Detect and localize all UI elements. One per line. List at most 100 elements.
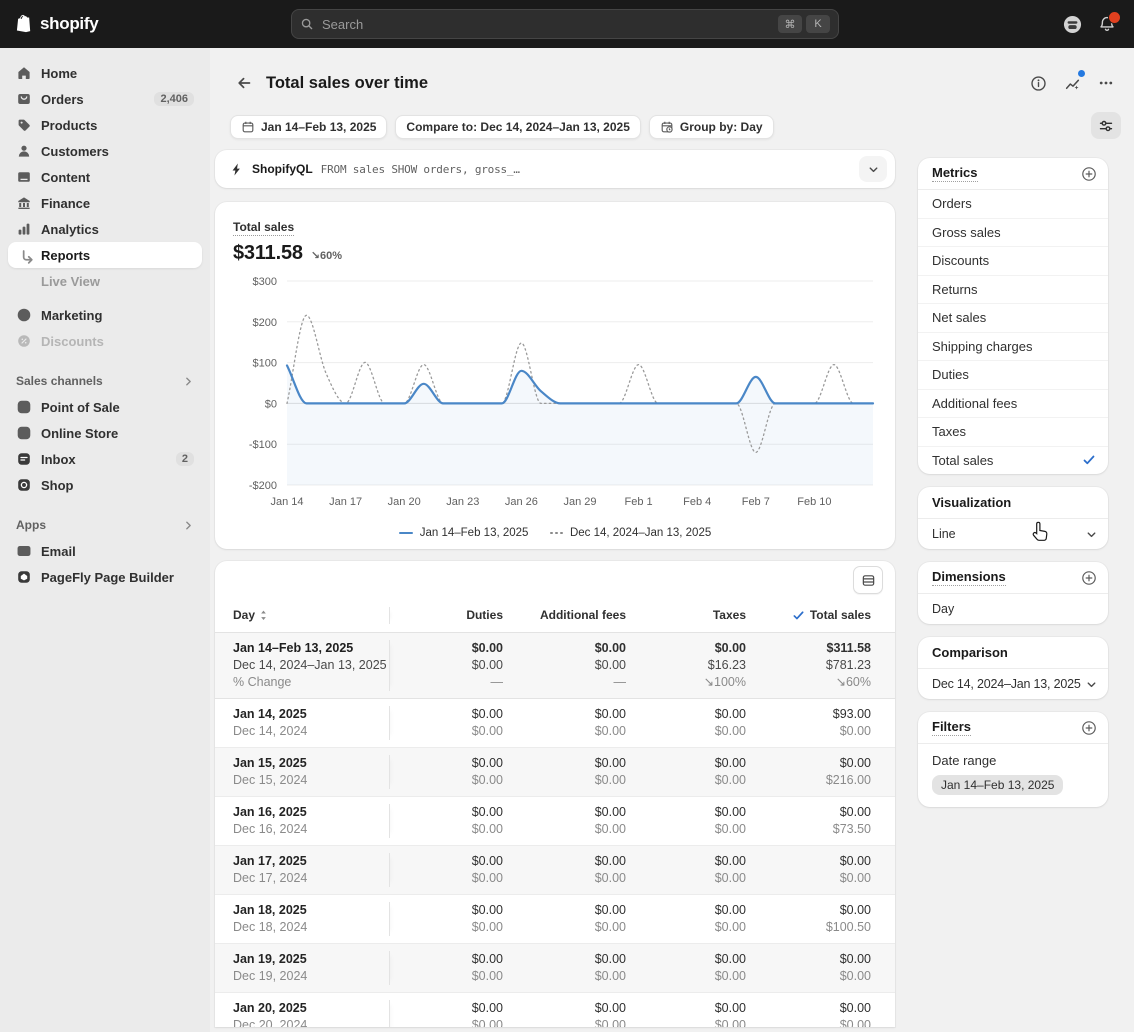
section-sales-channels[interactable]: Sales channels <box>16 374 194 388</box>
metrics-title: Metrics <box>932 165 978 182</box>
chart-metric-change: ↘60% <box>311 249 342 262</box>
lightning-icon <box>229 162 244 177</box>
table-row-jan-14-2025: Jan 14, 2025Dec 14, 2024$0.00$0.00$0.00$… <box>215 699 895 748</box>
svg-text:Feb 10: Feb 10 <box>797 496 831 508</box>
sub-arrow-icon <box>19 249 31 261</box>
visualization-select[interactable]: Line <box>918 519 1108 549</box>
date-range-chip[interactable]: Jan 14–Feb 13, 2025 <box>230 115 387 139</box>
chart-metric-label[interactable]: Total sales <box>233 220 294 236</box>
table-summary-row: Jan 14–Feb 13, 2025Dec 14, 2024–Jan 13, … <box>215 633 895 699</box>
metric-item-additional-fees[interactable]: Additional fees <box>918 389 1108 418</box>
sidebar-item-products[interactable]: Products <box>8 112 202 138</box>
column-header-duties[interactable]: Duties <box>390 607 503 624</box>
comparison-select[interactable]: Dec 14, 2024–Jan 13, 2025 <box>918 669 1108 699</box>
metric-item-duties[interactable]: Duties <box>918 360 1108 389</box>
table-row-jan-19-2025: Jan 19, 2025Dec 19, 2024$0.00$0.00$0.00$… <box>215 944 895 993</box>
filters-title: Filters <box>932 719 971 736</box>
notifications-button[interactable] <box>1098 15 1116 33</box>
metric-item-discounts[interactable]: Discounts <box>918 246 1108 275</box>
check-icon <box>792 609 805 622</box>
sidebar-item-orders[interactable]: Orders2,406 <box>8 86 202 112</box>
metric-item-net-sales[interactable]: Net sales <box>918 303 1108 332</box>
column-header-day[interactable]: Day <box>215 607 390 624</box>
search-icon <box>300 17 314 31</box>
sidebar-item-customers[interactable]: Customers <box>8 138 202 164</box>
chevron-right-icon <box>183 520 194 531</box>
column-header-taxes[interactable]: Taxes <box>626 607 746 624</box>
search-input[interactable] <box>320 16 774 33</box>
column-header-total-sales[interactable]: Total sales <box>746 607 871 624</box>
compare-to-chip[interactable]: Compare to: Dec 14, 2024–Jan 13, 2025 <box>395 115 640 139</box>
report-settings-panel: Metrics OrdersGross salesDiscountsReturn… <box>918 158 1108 820</box>
table-row-jan-16-2025: Jan 16, 2025Dec 16, 2024$0.00$0.00$0.00$… <box>215 797 895 846</box>
sidebar-item-online-store[interactable]: Online Store <box>8 420 202 446</box>
info-button[interactable] <box>1024 69 1052 97</box>
chart-legend: Jan 14–Feb 13, 2025 Dec 14, 2024–Jan 13,… <box>215 527 895 539</box>
svg-text:$300: $300 <box>253 276 277 288</box>
sidebar-item-content[interactable]: Content <box>8 164 202 190</box>
sidebar-item-point-of-sale[interactable]: Point of Sale <box>8 394 202 420</box>
pagefly-page-builder-icon <box>16 569 32 585</box>
shopify-wordmark: shopify <box>40 14 98 34</box>
shopify-bag-icon <box>14 13 34 35</box>
add-metric-button[interactable] <box>1081 166 1097 182</box>
shopifyql-bar[interactable]: ShopifyQL FROM sales SHOW orders, gross_… <box>215 150 895 188</box>
plus-circle-icon <box>1081 166 1097 182</box>
svg-text:Jan 26: Jan 26 <box>505 496 538 508</box>
content-icon <box>16 169 32 185</box>
sidebar-item-analytics[interactable]: Analytics <box>8 216 202 242</box>
date-range-filter-pill[interactable]: Jan 14–Feb 13, 2025 <box>932 775 1063 795</box>
sales-line-chart[interactable]: $300$200$100$0-$100-$200Jan 14Jan 17Jan … <box>225 269 885 521</box>
svg-text:$200: $200 <box>253 317 277 329</box>
add-filter-button[interactable] <box>1081 720 1097 736</box>
metric-item-gross-sales[interactable]: Gross sales <box>918 218 1108 247</box>
store-avatar[interactable] <box>1063 15 1082 34</box>
group-by-chip[interactable]: Group by: Day <box>649 115 774 139</box>
online-store-icon <box>16 425 32 441</box>
sidebar-item-home[interactable]: Home <box>8 60 202 86</box>
dimension-day[interactable]: Day <box>918 594 1108 624</box>
email-icon <box>16 543 32 559</box>
svg-text:Jan 20: Jan 20 <box>388 496 421 508</box>
expand-query-button[interactable] <box>859 156 887 182</box>
sidebar-item-finance[interactable]: Finance <box>8 190 202 216</box>
metric-item-orders[interactable]: Orders <box>918 190 1108 218</box>
sidebar-item-discounts[interactable]: Discounts <box>8 328 202 354</box>
info-icon <box>1030 75 1047 92</box>
page-title: Total sales over time <box>266 74 428 93</box>
sidebar-item-inbox[interactable]: Inbox2 <box>8 446 202 472</box>
metric-item-returns[interactable]: Returns <box>918 275 1108 304</box>
global-search[interactable]: ⌘ K <box>291 9 839 39</box>
sort-icon <box>259 609 268 622</box>
add-dimension-button[interactable] <box>1081 570 1097 586</box>
column-header-additional-fees[interactable]: Additional fees <box>503 607 626 624</box>
metric-item-taxes[interactable]: Taxes <box>918 417 1108 446</box>
metric-item-total-sales[interactable]: Total sales <box>918 446 1108 475</box>
filters-card: Filters Date range Jan 14–Feb 13, 2025 <box>918 712 1108 807</box>
sidebar-item-live-view[interactable]: Live View <box>8 268 202 294</box>
sidebar-item-shop[interactable]: Shop <box>8 472 202 498</box>
sidebar-item-reports[interactable]: Reports <box>8 242 202 268</box>
data-table-card: DayDutiesAdditional feesTaxesTotal sales… <box>215 561 895 1027</box>
table-view-button[interactable] <box>853 566 883 594</box>
dimensions-title: Dimensions <box>932 569 1006 586</box>
metric-item-shipping-charges[interactable]: Shipping charges <box>918 332 1108 361</box>
back-button[interactable] <box>230 69 258 97</box>
products-icon <box>16 117 32 133</box>
svg-text:Feb 4: Feb 4 <box>683 496 711 508</box>
section-apps[interactable]: Apps <box>16 518 194 532</box>
sidebar-item-pagefly-page-builder[interactable]: PageFly Page Builder <box>8 564 202 590</box>
insights-button[interactable] <box>1058 69 1086 97</box>
check-icon <box>1082 453 1096 467</box>
new-feature-dot <box>1078 70 1085 77</box>
more-button[interactable] <box>1092 69 1120 97</box>
customers-icon <box>16 143 32 159</box>
calendar-clock-icon <box>660 120 674 134</box>
sidebar-item-email[interactable]: Email <box>8 538 202 564</box>
view-options-button[interactable] <box>1091 112 1121 139</box>
visualization-card: Visualization Line <box>918 487 1108 549</box>
shopify-logo[interactable]: shopify <box>0 13 98 35</box>
sidebar: HomeOrders2,406ProductsCustomersContentF… <box>0 48 210 1032</box>
svg-text:Jan 23: Jan 23 <box>446 496 479 508</box>
sidebar-item-marketing[interactable]: Marketing <box>8 302 202 328</box>
